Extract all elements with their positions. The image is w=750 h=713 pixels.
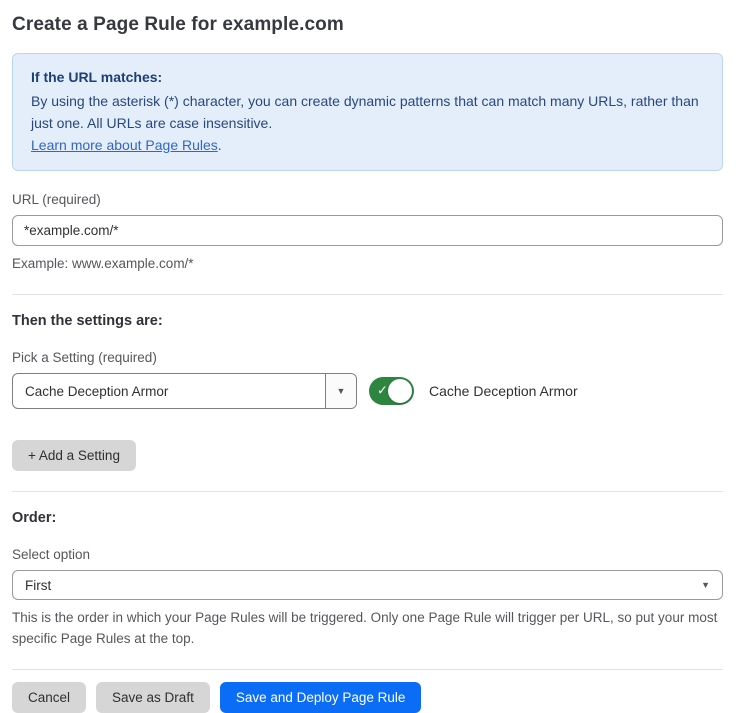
divider: [12, 491, 723, 492]
save-as-draft-button[interactable]: Save as Draft: [96, 682, 210, 713]
url-label: URL (required): [12, 192, 723, 207]
check-icon: ✓: [377, 383, 388, 399]
cache-deception-armor-toggle[interactable]: ✓: [369, 377, 414, 405]
toggle-knob: [388, 379, 412, 403]
order-help-text: This is the order in which your Page Rul…: [12, 607, 723, 649]
url-input[interactable]: [12, 215, 723, 246]
page-title: Create a Page Rule for example.com: [12, 14, 723, 36]
order-heading: Order:: [12, 510, 723, 526]
pick-setting-label: Pick a Setting (required): [12, 350, 723, 365]
order-select-label: Select option: [12, 547, 723, 562]
link-suffix: .: [218, 137, 222, 153]
url-example-hint: Example: www.example.com/*: [12, 253, 723, 274]
setting-row: Cache Deception Armor ▼ ✓ Cache Deceptio…: [12, 373, 723, 409]
info-box-body: By using the asterisk (*) character, you…: [31, 90, 704, 134]
settings-heading: Then the settings are:: [12, 313, 723, 329]
setting-select-arrow-button[interactable]: ▼: [325, 374, 356, 408]
toggle-label: Cache Deception Armor: [429, 383, 578, 399]
learn-more-link[interactable]: Learn more about Page Rules: [31, 137, 218, 153]
info-box-heading: If the URL matches:: [31, 66, 704, 88]
divider: [12, 294, 723, 295]
setting-select-value: Cache Deception Armor: [13, 384, 325, 399]
cancel-button[interactable]: Cancel: [12, 682, 86, 713]
save-and-deploy-button[interactable]: Save and Deploy Page Rule: [220, 682, 422, 713]
order-select-value: First: [25, 578, 51, 593]
info-box-link-line: Learn more about Page Rules.: [31, 134, 704, 156]
setting-select[interactable]: Cache Deception Armor ▼: [12, 373, 357, 409]
url-matches-info-box: If the URL matches: By using the asteris…: [12, 53, 723, 171]
order-select[interactable]: First ▼: [12, 570, 723, 600]
footer-actions: Cancel Save as Draft Save and Deploy Pag…: [12, 682, 723, 713]
add-setting-button[interactable]: + Add a Setting: [12, 440, 136, 471]
caret-down-icon: ▼: [701, 581, 710, 590]
create-page-rule-panel: Create a Page Rule for example.com If th…: [0, 0, 750, 679]
divider: [12, 669, 723, 670]
caret-down-icon: ▼: [337, 387, 346, 396]
